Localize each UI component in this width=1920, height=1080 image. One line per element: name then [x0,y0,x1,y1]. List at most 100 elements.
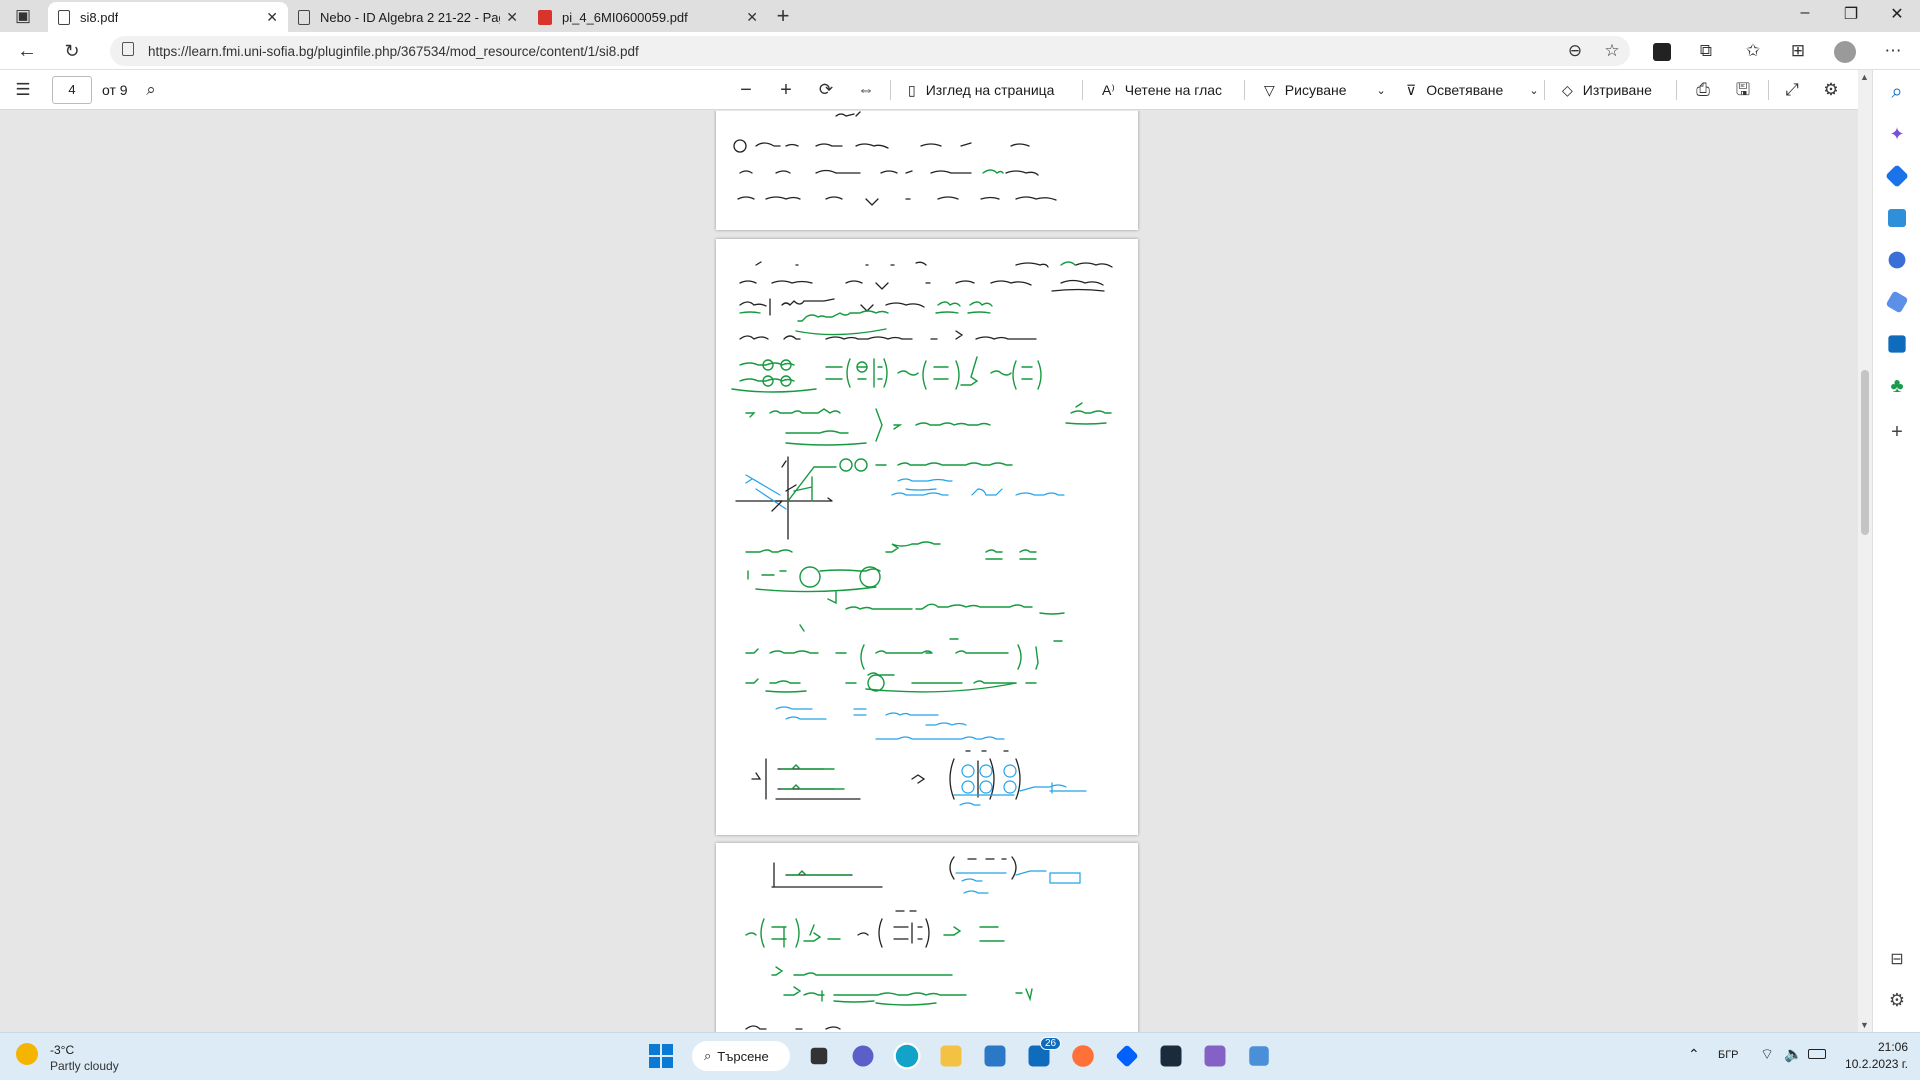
app-icon[interactable] [1160,1045,1182,1067]
profile-avatar[interactable] [1832,38,1858,64]
eraser-icon: ◇ [1562,81,1573,98]
page-view-icon: ▯ [908,81,916,98]
search-icon: ⌕ [704,1048,712,1063]
battery-icon[interactable] [1808,1049,1826,1059]
url-field[interactable]: https://learn.fmi.uni-sofia.bg/pluginfil… [110,36,1630,66]
divider [1082,80,1083,100]
fullscreen-icon[interactable]: ⤢ [1779,77,1805,103]
zoom-in-icon[interactable]: + [773,77,799,103]
refresh-icon[interactable]: ↻ [59,38,85,64]
draw-button[interactable]: ▽ Рисуване ⌄ [1264,70,1386,110]
chevron-down-icon[interactable]: ⌄ [1377,84,1386,97]
back-icon[interactable]: ← [14,38,40,64]
office-icon[interactable] [1885,290,1909,314]
shopping-icon[interactable] [1885,164,1909,188]
contents-icon[interactable]: ☰ [10,77,36,103]
tab-pi4[interactable]: pi_4_6MI0600059.pdf ✕ [528,2,768,32]
edge-sidebar: ⌕ ✦ ♣ + ⊟ ⚙ [1872,70,1920,1032]
erase-label: Изтриване [1582,82,1652,98]
draw-label: Рисуване [1284,82,1347,98]
task-view-icon[interactable] [810,1047,828,1065]
file-explorer-icon[interactable] [940,1045,962,1067]
chevron-down-icon[interactable]: ⌄ [1529,84,1538,97]
scrollbar-thumb[interactable] [1861,370,1869,535]
page-view-label: Изглед на страница [925,82,1055,98]
visual-studio-icon[interactable] [1204,1045,1226,1067]
add-favorite-icon[interactable]: ☆ [1599,38,1625,64]
pdf-viewer[interactable] [0,111,1858,1032]
more-menu-icon[interactable]: ⋯ [1880,38,1906,64]
taskbar-search[interactable]: ⌕ Търсене [692,1041,790,1071]
clock-date[interactable]: 10.2.2023 г. [1832,1057,1908,1071]
games-icon[interactable] [1888,251,1906,269]
mail-badge: 26 [1040,1037,1062,1050]
fit-page-icon[interactable]: ⇔ [853,77,879,103]
volume-icon[interactable]: 🔈 [1784,1045,1803,1063]
extensions-puzzle-icon[interactable]: ⧉ [1693,38,1719,64]
tree-icon[interactable]: ♣ [1885,374,1909,398]
settings-gear-icon[interactable]: ⚙ [1885,988,1909,1012]
handwritten-notes [745,856,1081,1030]
highlight-label: Осветяване [1426,82,1504,98]
edge-browser-icon[interactable] [895,1044,919,1068]
zoom-icon[interactable]: ⊖ [1562,38,1588,64]
handwritten-notes [733,111,1057,206]
print-icon[interactable]: ⎙ [1690,77,1716,103]
divider [1544,80,1545,100]
divider [1676,80,1677,100]
save-icon[interactable]: 🖫 [1730,77,1756,103]
restore-icon[interactable]: ❐ [1828,4,1874,24]
close-window-icon[interactable]: ✕ [1874,4,1920,24]
handwritten-notes [731,261,1113,806]
rotate-icon[interactable]: ⟳ [813,77,839,103]
title-bar: ▣ si8.pdf ✕ Nebo - ID Algebra 2 21-22 - … [0,0,1920,32]
notes-app-icon[interactable] [1249,1046,1269,1066]
store-icon[interactable] [984,1045,1006,1067]
wifi-icon[interactable]: ⌔ [1760,1045,1774,1064]
outlook-icon[interactable] [1888,335,1906,353]
language-indicator[interactable]: БГР [1718,1049,1739,1061]
pdf-icon [538,9,552,25]
tab-title: pi_4_6MI0600059.pdf [562,9,688,25]
scroll-up-icon[interactable]: ▲ [1860,72,1869,82]
scroll-down-icon[interactable]: ▼ [1860,1020,1869,1030]
teams-chat-icon[interactable] [852,1045,874,1067]
copilot-icon[interactable]: ✦ [1885,122,1909,146]
read-aloud-button[interactable]: A⁾ Четене на глас [1102,70,1222,110]
search-icon[interactable]: ⌕ [1885,80,1909,104]
page-view-button[interactable]: ▯ Изглед на страница [908,70,1054,110]
divider [1244,80,1245,100]
collections-icon[interactable]: ⊞ [1785,38,1811,64]
highlight-icon: ⊽ [1406,81,1417,98]
clock-time[interactable]: 21:06 [1860,1040,1908,1054]
start-icon[interactable] [646,1041,676,1071]
new-tab-icon[interactable]: + [770,3,796,29]
search-icon[interactable]: ⌕ [138,77,164,103]
tools-icon[interactable] [1888,209,1906,227]
extension-icon[interactable] [1649,38,1675,64]
settings-gear-icon[interactable]: ⚙ [1818,77,1844,103]
zoom-out-icon[interactable]: − [733,77,759,103]
tab-nebo[interactable]: Nebo - ID Algebra 2 21-22 - Pag ✕ [288,2,528,32]
erase-button[interactable]: ◇ Изтриване [1562,70,1652,110]
chevron-up-icon[interactable]: ⌃ [1688,1046,1700,1063]
add-icon[interactable]: + [1885,420,1909,444]
firefox-icon[interactable] [1072,1045,1094,1067]
page-total: от 9 [102,82,128,98]
page-number-input[interactable]: 4 [52,76,92,104]
close-tab-icon[interactable]: ✕ [266,9,278,26]
weather-desc[interactable]: Partly cloudy [50,1059,119,1073]
minimize-icon[interactable]: – [1782,4,1828,22]
tab-actions-icon[interactable]: ▣ [10,3,36,29]
highlight-button[interactable]: ⊽ Осветяване ⌄ [1406,70,1539,110]
close-tab-icon[interactable]: ✕ [746,9,758,26]
weather-temp[interactable]: -3°C [50,1043,74,1057]
dropbox-icon[interactable] [1115,1044,1139,1068]
read-aloud-icon: A⁾ [1102,81,1115,98]
vertical-scrollbar[interactable]: ▲ ▼ [1858,70,1872,1032]
favorites-icon[interactable]: ✩ [1740,38,1766,64]
close-tab-icon[interactable]: ✕ [506,9,518,26]
weather-icon [16,1043,38,1065]
sidebar-layout-icon[interactable]: ⊟ [1885,948,1909,972]
tab-si8[interactable]: si8.pdf ✕ [48,2,288,32]
